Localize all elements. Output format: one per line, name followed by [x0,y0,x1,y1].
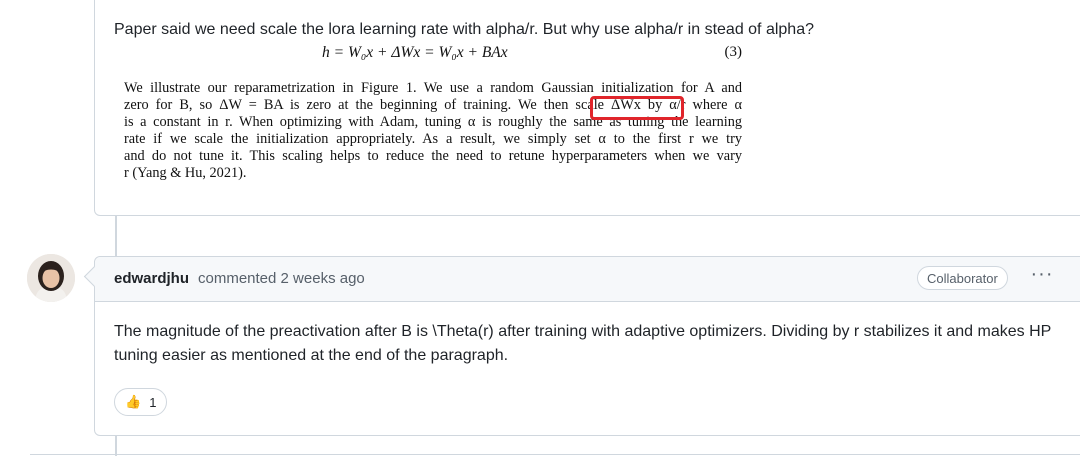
comment-question-text: Paper said we need scale the lora learni… [114,21,814,38]
reaction-count: 1 [149,394,157,410]
timeline-connector [115,216,117,256]
comment-body: The magnitude of the preactivation after… [114,323,1052,364]
reaction-button[interactable]: 👍 1 [114,388,168,416]
collaborator-badge: Collaborator [917,266,1008,290]
equation-row: h = W₀x + ΔWx = W₀x + BAx (3) [124,44,742,68]
divider [30,454,1080,455]
equation-number: (3) [724,44,743,60]
paper-line: r (Yang & Hu, 2021). [124,165,247,181]
paper-line: We illustrate our reparametrization in F… [124,80,742,96]
avatar-portrait-icon [27,254,75,302]
paper-line: and do not tune it. This scaling helps t… [124,148,742,164]
more-options-icon[interactable]: ··· [1028,264,1056,288]
equation: h = W₀x + ΔWx = W₀x + BAx [322,44,508,61]
highlight-box [590,96,684,120]
comment-author-link[interactable]: edwardjhu [114,270,189,287]
paper-line: rate if we scale the initialization appr… [124,131,742,147]
avatar[interactable] [27,254,75,302]
thumbs-up-icon: 👍 [125,394,142,409]
timeline-connector-bottom [115,434,117,456]
comment-timestamp[interactable]: commented 2 weeks ago [198,270,365,287]
